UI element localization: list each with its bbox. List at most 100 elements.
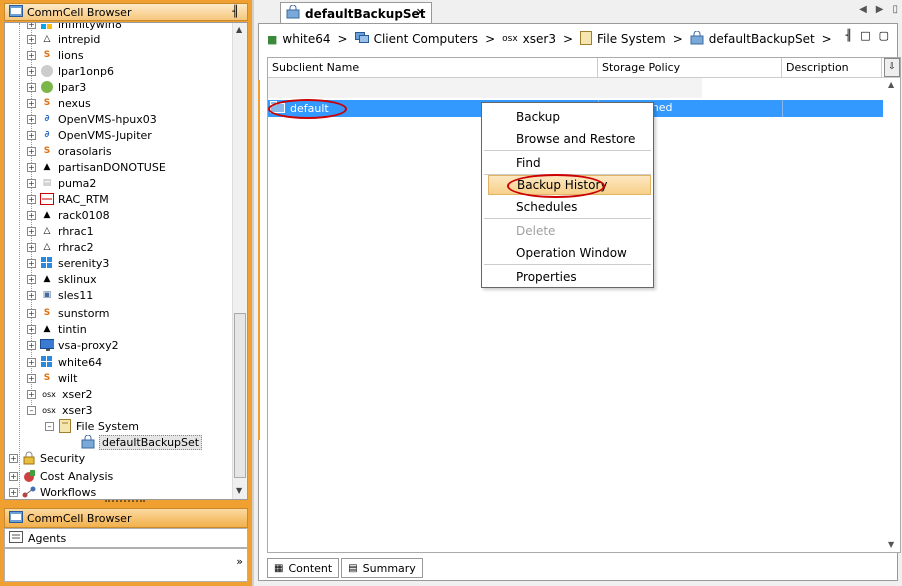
menu-item-properties[interactable]: Properties (488, 267, 651, 287)
tree-item-workflows[interactable]: + Workflows (9, 484, 96, 499)
menu-item-browse-and-restore[interactable]: Browse and Restore (488, 129, 651, 149)
breadcrumb-xser3[interactable]: xser3 (523, 32, 556, 46)
scroll-thumb[interactable] (234, 313, 246, 478)
tab-defaultbackupset[interactable]: defaultBackupSet ✕ (280, 2, 432, 24)
breadcrumb-white64[interactable]: white64 (282, 32, 330, 46)
expand-icon[interactable]: + (27, 226, 36, 236)
scroll-up-icon[interactable]: ▲ (888, 80, 894, 89)
tree-item-partisandonotuse[interactable]: + ▲ partisanDONOTUSE (27, 159, 166, 175)
expand-icon[interactable]: + (27, 210, 36, 220)
expand-icon[interactable]: + (27, 23, 36, 29)
expand-icon[interactable]: + (27, 340, 36, 350)
tree-item-lions[interactable]: + S lions (27, 47, 84, 63)
expand-icon[interactable]: + (27, 130, 36, 140)
menu-item-backup[interactable]: Backup (488, 107, 651, 127)
expand-icon[interactable]: + (9, 487, 18, 497)
tree-item-sles11[interactable]: + ▣ sles11 (27, 287, 93, 303)
expand-icon[interactable]: + (27, 178, 36, 188)
menu-item-find[interactable]: Find (488, 153, 651, 173)
tree-item-rhrac2[interactable]: + △ rhrac2 (27, 239, 94, 255)
column-chooser-icon[interactable]: ⇩ (884, 58, 900, 77)
tree-item-tintin[interactable]: + ▲ tintin (27, 321, 87, 337)
tree-item-defaultbackupset[interactable]: defaultBackupSet (81, 434, 203, 450)
expand-icon[interactable]: + (27, 242, 36, 252)
menu-item-schedules[interactable]: Schedules (488, 197, 651, 217)
expand-icon[interactable]: + (27, 146, 36, 156)
panel-splitter[interactable] (105, 500, 145, 506)
tree-item-white64[interactable]: + white64 (27, 354, 102, 370)
tree-item-sklinux[interactable]: + ▲ sklinux (27, 271, 97, 287)
tree-item-lpar1onp6[interactable]: + lpar1onp6 (27, 63, 114, 79)
tree-item-puma2[interactable]: + ▤ puma2 (27, 175, 96, 191)
expand-icon[interactable]: + (27, 373, 36, 383)
expand-icon[interactable]: + (27, 98, 36, 108)
expand-icon[interactable]: + (9, 471, 18, 481)
expand-icon[interactable]: + (27, 308, 36, 318)
tab-list-icon[interactable]: ▯ (892, 4, 898, 15)
tree-item-xser3[interactable]: – osx xser3 (27, 402, 93, 418)
expand-icon[interactable]: + (27, 66, 36, 76)
tree-item-vsa-proxy2[interactable]: + vsa-proxy2 (27, 337, 119, 353)
linux-icon: △ (43, 226, 51, 236)
collapse-icon[interactable]: – (27, 405, 36, 415)
pin-icon[interactable]: ╢ (846, 29, 853, 42)
close-tab-icon[interactable]: ✕ (416, 6, 425, 19)
menu-item-operation-window[interactable]: Operation Window (488, 243, 651, 263)
tree-item-xser2[interactable]: + osx xser2 (27, 386, 93, 402)
expand-icon[interactable]: + (27, 258, 36, 268)
expand-icon[interactable]: + (27, 290, 36, 300)
expand-icon[interactable]: + (27, 162, 36, 172)
scroll-down-icon[interactable]: ▼ (888, 540, 894, 549)
expand-icon[interactable]: + (27, 324, 36, 334)
nav-agents[interactable]: Agents (4, 528, 248, 548)
expand-icon[interactable]: + (27, 114, 36, 124)
pin-icon[interactable]: ╢ (232, 5, 239, 18)
tree-item-orasolaris[interactable]: + S orasolaris (27, 143, 112, 159)
scroll-down-icon[interactable]: ▼ (236, 486, 242, 495)
expand-icon[interactable]: + (27, 389, 36, 399)
column-subclient-name[interactable]: Subclient Name (268, 58, 598, 78)
tree-item-file-system[interactable]: – File System (45, 418, 139, 434)
expand-icon[interactable]: + (27, 50, 36, 60)
tab-summary[interactable]: ▤ Summary (341, 558, 423, 578)
expand-icon[interactable]: + (9, 453, 18, 463)
tab-content[interactable]: ▦ Content (267, 558, 340, 578)
tree-item-rac-rtm[interactable]: + RAC_RTM (27, 191, 109, 207)
breadcrumb-client-computers[interactable]: Client Computers (374, 32, 478, 46)
column-storage-policy[interactable]: Storage Policy (598, 58, 782, 78)
chevron-double-icon[interactable]: » (236, 555, 243, 568)
expand-icon[interactable]: + (27, 194, 36, 204)
tree-item-cost-analysis[interactable]: + Cost Analysis (9, 468, 113, 484)
maximize-icon[interactable]: ▢ (879, 29, 889, 42)
tree-item-openvms-jupiter[interactable]: + ∂ OpenVMS-Jupiter (27, 127, 152, 143)
nav-commcell-browser[interactable]: CommCell Browser (4, 508, 248, 528)
tab-next-icon[interactable]: ▶ (876, 4, 884, 15)
tree-item-sunstorm[interactable]: + S sunstorm (27, 305, 110, 321)
tree-item-serenity3[interactable]: + serenity3 (27, 255, 109, 271)
workflow-icon (22, 485, 36, 499)
windows-icon (40, 23, 54, 31)
breadcrumb-file-system[interactable]: File System (597, 32, 666, 46)
tree-item-intrepid[interactable]: + △ intrepid (27, 31, 100, 47)
expand-icon[interactable]: + (27, 82, 36, 92)
tree-scrollbar[interactable]: ▲ ▼ (232, 23, 247, 499)
breadcrumb-defaultbackupset[interactable]: defaultBackupSet (709, 32, 815, 46)
table-scrollbar[interactable]: ▲ ▼ (884, 78, 900, 552)
filter-row[interactable] (268, 78, 702, 98)
tree-item-rack0108[interactable]: + ▲ rack0108 (27, 207, 110, 223)
tree-item-openvms-hpux03[interactable]: + ∂ OpenVMS-hpux03 (27, 111, 157, 127)
tree-item-wilt[interactable]: + S wilt (27, 370, 77, 386)
column-description[interactable]: Description (782, 58, 882, 78)
tree-item-rhrac1[interactable]: + △ rhrac1 (27, 223, 94, 239)
tree-item-lpar3[interactable]: + lpar3 (27, 79, 86, 95)
tree-item-security[interactable]: + Security (9, 450, 85, 466)
tab-prev-icon[interactable]: ◀ (859, 4, 867, 15)
expand-icon[interactable]: + (27, 274, 36, 284)
tree-item-nexus[interactable]: + S nexus (27, 95, 91, 111)
restore-icon[interactable]: □ (860, 29, 870, 42)
client-computers-icon (354, 31, 369, 47)
collapse-icon[interactable]: – (45, 421, 54, 431)
expand-icon[interactable]: + (27, 357, 36, 367)
scroll-up-icon[interactable]: ▲ (236, 25, 242, 34)
expand-icon[interactable]: + (27, 34, 36, 44)
